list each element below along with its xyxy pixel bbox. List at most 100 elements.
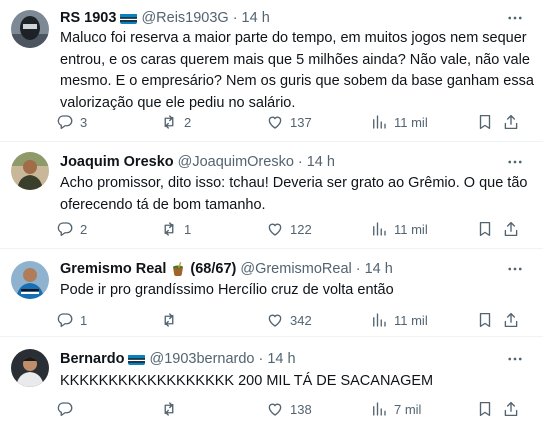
reply-button[interactable]: 2 [56,218,87,240]
mate-cup-icon [170,261,186,277]
view-count: 11 mil [394,221,428,237]
views-button[interactable]: 11 mil [370,218,428,240]
share-icon [504,401,518,417]
retweet-button[interactable] [160,398,184,420]
views-icon [373,115,386,129]
tweet-text-line: entrou, e os caras querem mais que 5 mil… [60,51,530,68]
bookmark-icon [479,401,491,417]
tweet-gremismoreal[interactable]: Gremismo Real (68/67) @GremismoReal · 14… [0,249,543,337]
reply-button[interactable]: 3 [56,111,87,133]
heart-icon [268,403,282,416]
display-name-suffix[interactable]: (68/67) [190,261,236,277]
user-handle[interactable]: @Reis1903G [141,10,228,26]
tweet-text-line: Maluco foi reserva a maior parte do temp… [60,30,527,46]
action-bar: 1 342 11 mil [56,309,526,331]
retweet-button[interactable]: 2 [160,111,191,133]
tweet-header: Gremismo Real (68/67) @GremismoReal · 14… [60,259,393,279]
separator-dot: · [258,351,264,367]
share-icon [504,114,518,130]
more-icon[interactable] [505,259,525,279]
user-handle[interactable]: @JoaquimOresko [178,154,294,170]
bookmark-icon [479,221,491,237]
avatar[interactable] [11,349,49,387]
timestamp[interactable]: 14 h [242,10,270,26]
more-icon[interactable] [505,152,525,172]
tweet-text: Maluco foi reserva a maior parte do temp… [60,28,534,114]
tweet-header: Bernardo @1903bernardo · 14 h [60,349,296,369]
more-icon[interactable] [505,349,525,369]
bookmark-button[interactable] [476,218,494,240]
share-icon [504,312,518,328]
views-button[interactable]: 11 mil [370,309,428,331]
separator-dot: · [355,261,361,277]
action-bar: 2 1 122 11 mil [56,218,526,240]
tweet-1903bernardo[interactable]: Bernardo @1903bernardo · 14 h KKKKKKKKKK… [0,337,543,436]
bookmark-button[interactable] [476,111,494,133]
like-button[interactable]: 138 [266,398,312,420]
heart-icon [268,223,282,236]
like-button[interactable]: 122 [266,218,312,240]
reply-count: 1 [80,312,88,328]
like-count: 138 [290,401,312,417]
tweet-joaquimoresko[interactable]: Joaquim Oresko @JoaquimOresko · 14 h Ach… [0,142,543,249]
tweet-text: KKKKKKKKKKKKKKKKKK 200 MIL TÁ DE SACANAG… [60,371,530,393]
retweet-button[interactable]: 1 [160,218,191,240]
share-button[interactable] [502,398,520,420]
display-name[interactable]: RS 1903 [60,10,116,26]
tweet-text: Acho promissor, dito isso: tchau! Deveri… [60,173,530,216]
bookmark-button[interactable] [476,309,494,331]
retweet-icon [164,222,174,236]
avatar[interactable] [11,261,49,299]
bookmark-icon [479,114,491,130]
views-icon [373,402,386,416]
heart-icon [268,314,282,327]
reply-button[interactable] [56,398,80,420]
like-button[interactable]: 342 [266,309,312,331]
views-icon [373,313,386,327]
tweet-text-line: KKKKKKKKKKKKKKKKKK 200 MIL TÁ DE SACANAG… [60,373,434,389]
share-button[interactable] [502,309,520,331]
views-icon [373,222,386,236]
like-count: 342 [290,312,312,328]
action-bar: 138 7 mil [56,398,526,420]
bookmark-icon [479,312,491,328]
bookmark-button[interactable] [476,398,494,420]
reply-button[interactable]: 1 [56,309,87,331]
share-button[interactable] [502,111,520,133]
retweet-button[interactable] [160,309,184,331]
views-button[interactable]: 11 mil [370,111,428,133]
user-handle[interactable]: @GremismoReal [240,261,351,277]
retweet-icon [164,115,174,129]
tweet-text-line: Pode ir pro grandíssimo Hercílio cruz de… [60,282,394,298]
retweet-icon [164,313,174,327]
timestamp[interactable]: 14 h [267,351,295,367]
like-count: 137 [290,114,312,130]
retweet-count: 2 [184,114,192,130]
tweet-reis1903g[interactable]: RS 1903 @Reis1903G · 14 h Maluco foi res… [0,0,543,142]
display-name[interactable]: Joaquim Oresko [60,154,174,170]
display-name[interactable]: Gremismo Real [60,261,166,277]
avatar[interactable] [11,10,49,48]
tweet-feed: RS 1903 @Reis1903G · 14 h Maluco foi res… [0,0,543,436]
tweet-text-line: oferecendo tá de bom tamanho. [60,196,266,213]
more-icon[interactable] [505,8,525,28]
heart-icon [268,116,282,129]
share-button[interactable] [502,218,520,240]
views-button[interactable]: 7 mil [370,398,421,420]
action-bar: 3 2 137 11 mil [56,111,526,133]
reply-count: 2 [80,221,88,237]
gremio-flag-icon [128,354,146,365]
view-count: 7 mil [394,401,422,417]
tweet-text-line: Acho promissor, dito isso: tchau! Deveri… [60,175,528,191]
reply-count: 3 [80,114,88,130]
tweet-text: Pode ir pro grandíssimo Hercílio cruz de… [60,280,530,302]
reply-icon [57,115,73,130]
timestamp[interactable]: 14 h [307,154,335,170]
avatar[interactable] [11,152,49,190]
reply-icon [57,222,73,237]
user-handle[interactable]: @1903bernardo [149,351,254,367]
like-button[interactable]: 137 [266,111,312,133]
timestamp[interactable]: 14 h [365,261,393,277]
view-count: 11 mil [394,312,428,328]
display-name[interactable]: Bernardo [60,351,124,367]
